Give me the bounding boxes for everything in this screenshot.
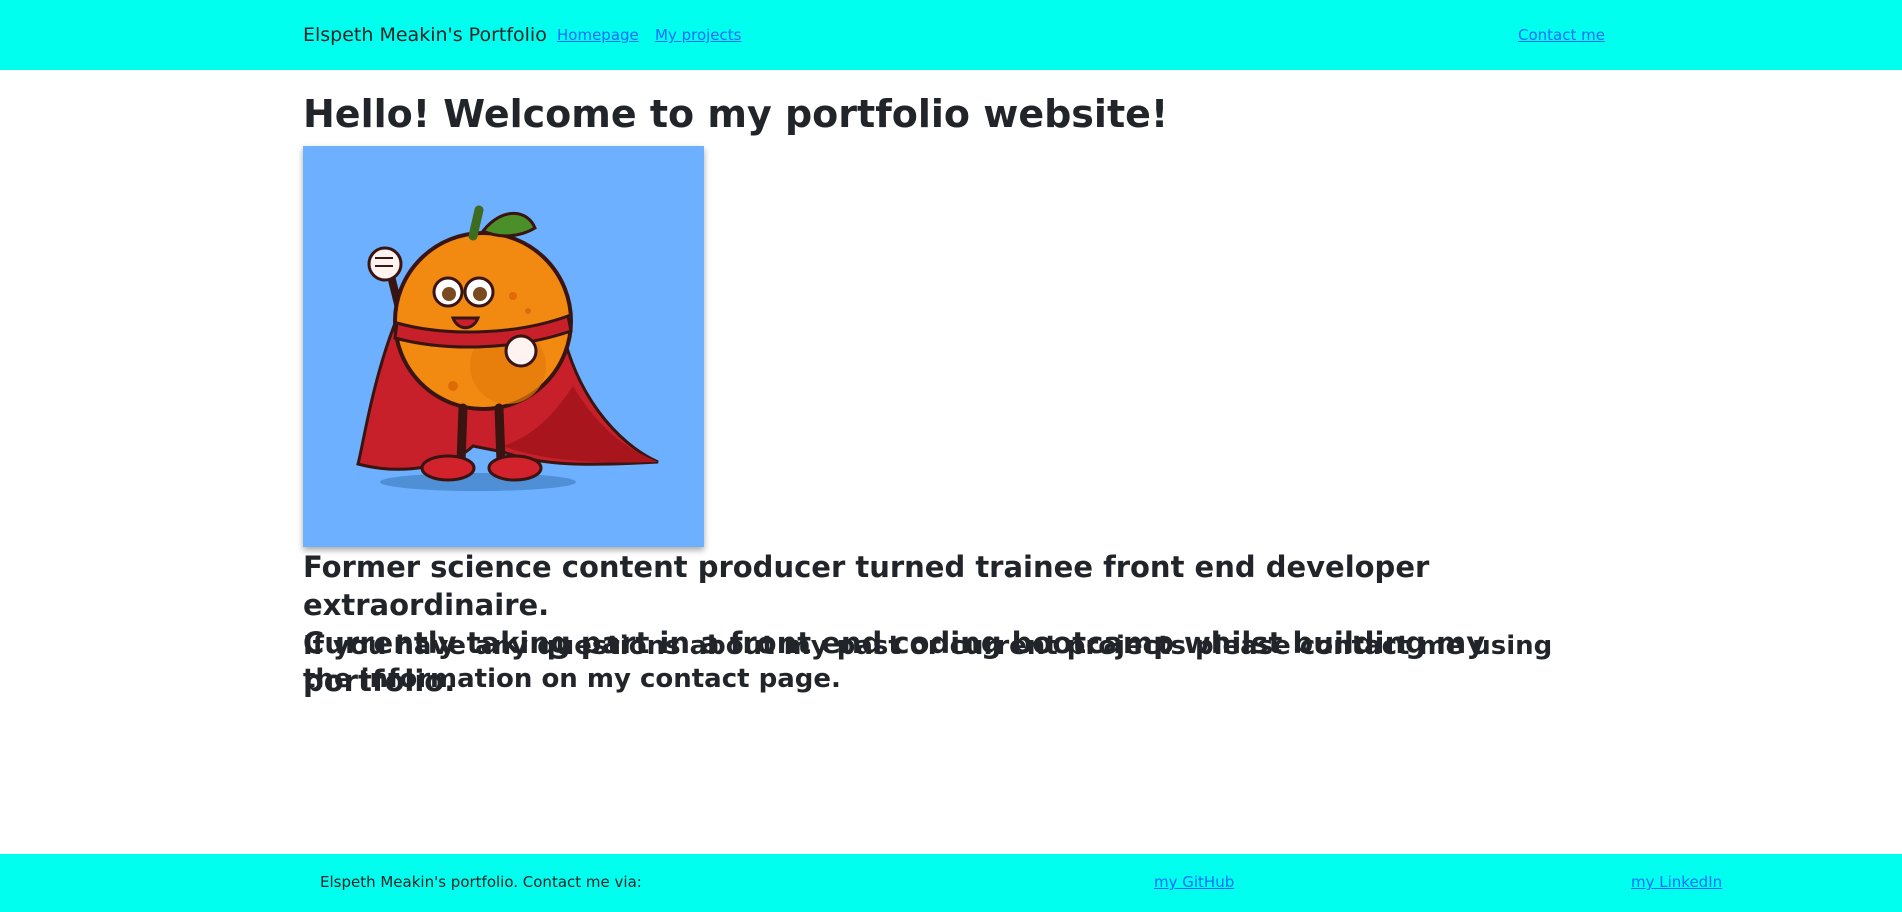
footer-linkedin-link[interactable]: my LinkedIn bbox=[1631, 873, 1722, 891]
footer-github-link[interactable]: my GitHub bbox=[1154, 873, 1234, 891]
site-footer: Elspeth Meakin's portfolio. Contact me v… bbox=[0, 854, 1902, 912]
contact-note: If you have any questions about my past … bbox=[303, 631, 1553, 694]
hero-image bbox=[303, 146, 704, 547]
nav-link-my-projects[interactable]: My projects bbox=[655, 26, 741, 44]
intro-line-1: Former science content producer turned t… bbox=[303, 550, 1430, 622]
nav-link-homepage[interactable]: Homepage bbox=[557, 26, 639, 44]
nav-link-contact-me[interactable]: Contact me bbox=[1518, 26, 1605, 44]
footer-text: Elspeth Meakin's portfolio. Contact me v… bbox=[320, 873, 642, 891]
site-brand[interactable]: Elspeth Meakin's Portfolio bbox=[303, 24, 547, 46]
top-navbar: Elspeth Meakin's Portfolio Homepage My p… bbox=[0, 0, 1902, 70]
page-title: Hello! Welcome to my portfolio website! bbox=[303, 92, 1169, 136]
orange-superhero-illustration bbox=[356, 205, 659, 491]
